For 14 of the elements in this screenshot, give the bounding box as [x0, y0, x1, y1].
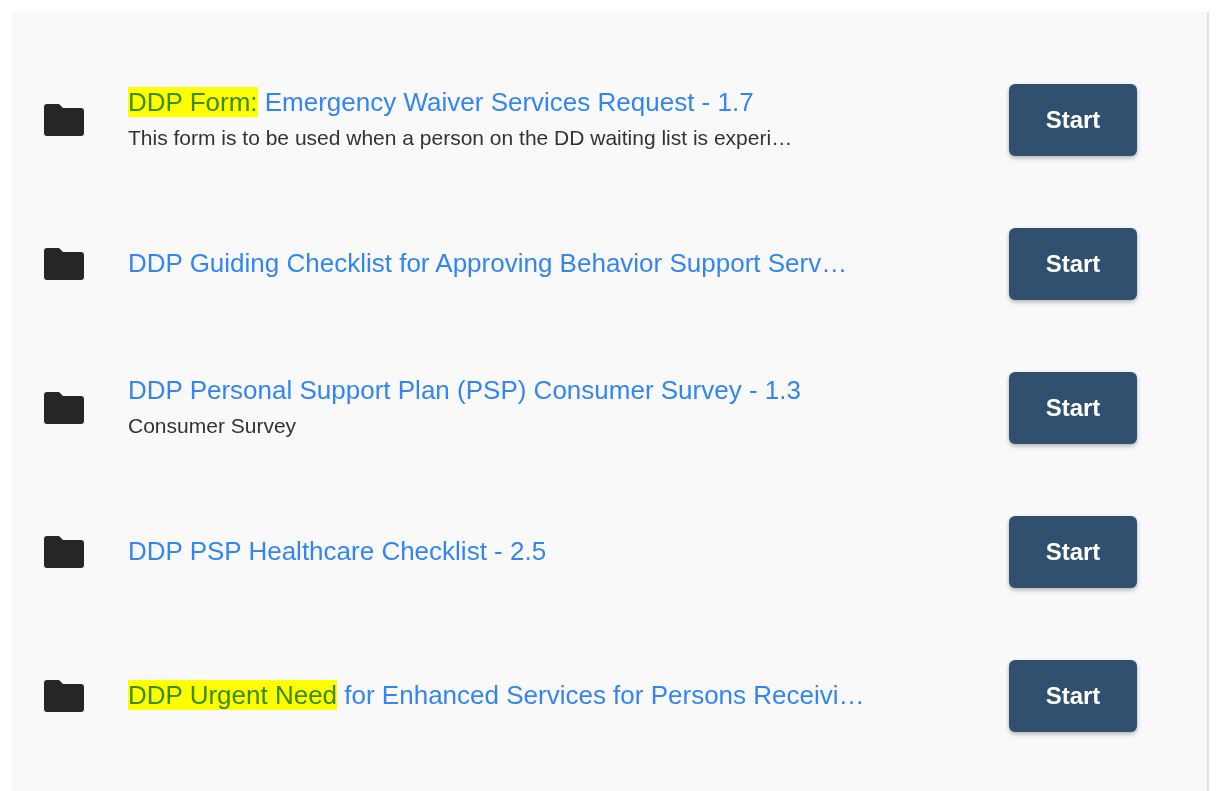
start-button[interactable]: Start [1009, 372, 1137, 444]
folder-icon [44, 680, 84, 712]
start-button[interactable]: Start [1009, 84, 1137, 156]
form-description: Consumer Survey [128, 413, 298, 440]
start-button[interactable]: Start [1009, 660, 1137, 732]
folder-icon [44, 392, 84, 424]
folder-icon [44, 536, 84, 568]
form-title-link[interactable]: DDP Urgent Need for Enhanced Services for Persons Receivi… [128, 679, 865, 713]
folder-icon [44, 104, 84, 136]
start-button[interactable]: Start [1009, 516, 1137, 588]
form-description: This form is to be used when a person on the DD waiting list is experi… [128, 125, 794, 152]
form-title-link[interactable]: DDP Form: Emergency Waiver Services Request - 1.7 [128, 86, 754, 121]
folder-icon [44, 248, 84, 280]
start-button[interactable]: Start [1009, 228, 1137, 300]
